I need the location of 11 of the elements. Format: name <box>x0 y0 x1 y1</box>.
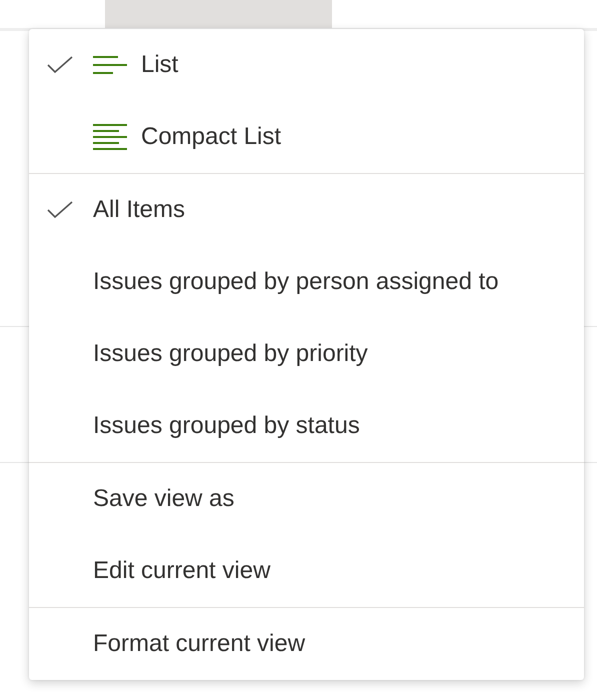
menu-item[interactable]: Edit current view <box>29 535 584 607</box>
menu-item[interactable]: Issues grouped by person assigned to <box>29 246 584 318</box>
menu-item[interactable]: Format current view <box>29 608 584 680</box>
menu-item[interactable]: Save view as <box>29 463 584 535</box>
menu-item[interactable]: All Items <box>29 174 584 246</box>
list-icon <box>93 55 127 75</box>
menu-item[interactable]: Issues grouped by status <box>29 390 584 462</box>
menu-item[interactable]: List <box>29 29 584 101</box>
menu-item[interactable]: Compact List <box>29 101 584 173</box>
compact-list-icon <box>93 124 127 150</box>
menu-item[interactable]: Issues grouped by priority <box>29 318 584 390</box>
